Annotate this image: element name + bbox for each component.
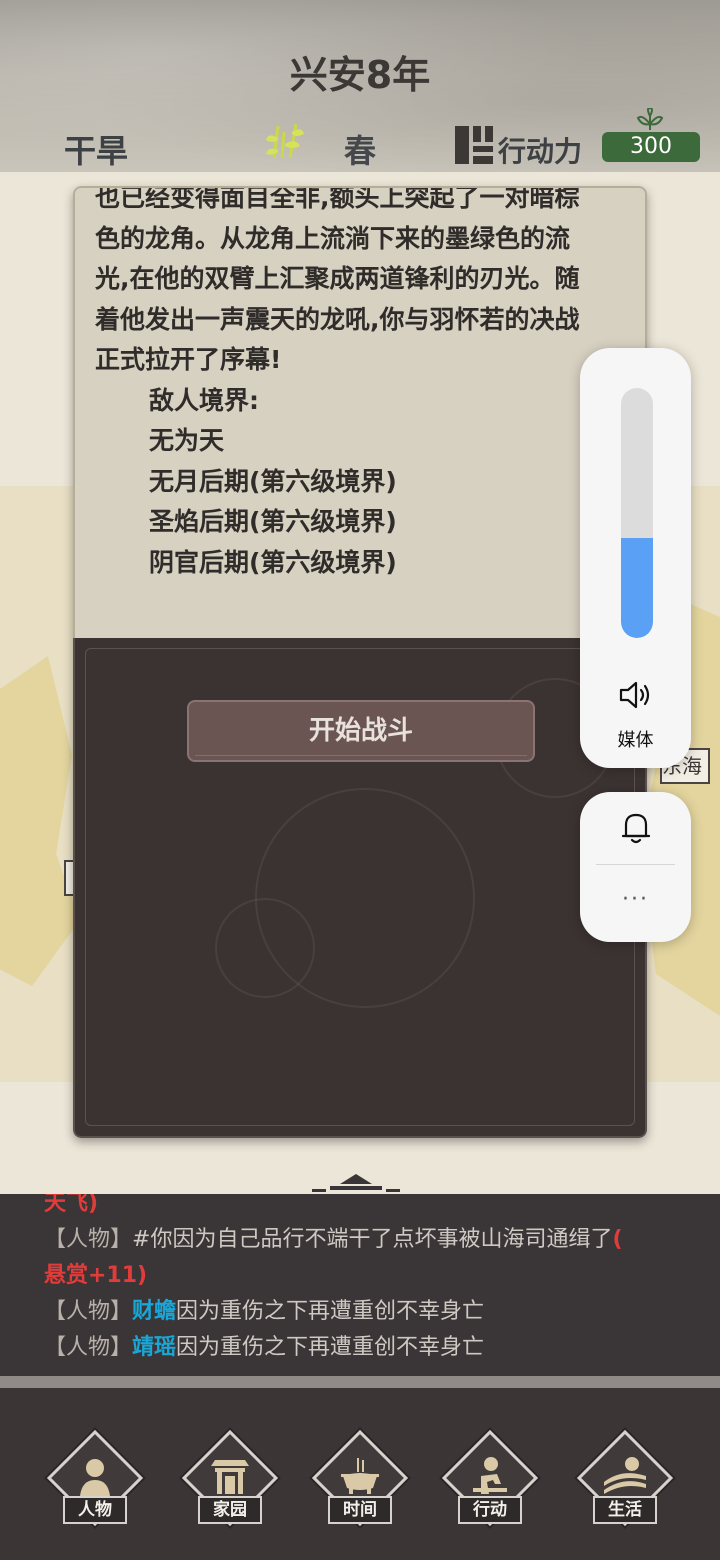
spring-sprout-icon [266, 123, 304, 159]
bottom-nav: 人物 家园 时间 行动 生活 [0, 1388, 720, 1560]
log-line: 【人物】靖瑶因为重伤之下再遭重创不幸身亡 [44, 1330, 704, 1366]
log-text: 因为重伤之下再遭重创不幸身亡 [176, 1299, 485, 1324]
home-gate-icon [211, 1460, 249, 1494]
enemy-realm-item: 圣焰后期(第六级境界) [149, 507, 397, 536]
nav-label: 人物 [63, 1496, 127, 1524]
story-text: 也已经变得面目全非,额头上突起了一对暗棕 色的龙角。从龙角上流淌下来的墨绿色的流… [95, 186, 623, 381]
story-line: 色的龙角。从龙角上流淌下来的墨绿色的流 [95, 223, 571, 253]
battle-dialog: 也已经变得面目全非,额头上突起了一对暗棕 色的龙角。从龙角上流淌下来的墨绿色的流… [73, 186, 647, 1138]
incense-burner-icon [341, 1458, 379, 1494]
season-label: 春 [344, 132, 377, 170]
volume-slider-fill [621, 538, 653, 638]
person-icon [80, 1459, 110, 1496]
log-tag: 【人物】 [44, 1227, 133, 1252]
log-text: 因为重伤之下再遭重创不幸身亡 [176, 1335, 485, 1360]
nav-item-time[interactable]: 时间 [310, 1429, 410, 1532]
story-panel[interactable]: 也已经变得面目全非,额头上突起了一对暗棕 色的龙角。从龙角上流淌下来的墨绿色的流… [73, 186, 647, 638]
nav-item-person[interactable]: 人物 [45, 1429, 145, 1532]
log-line: 【人物】财蟾因为重伤之下再遭重创不幸身亡 [44, 1294, 704, 1330]
decorative-cloud-ornament [215, 898, 315, 998]
volume-label: 媒体 [617, 730, 654, 751]
bell-icon[interactable] [619, 810, 653, 846]
dialog-action-area: 开始战斗 [73, 638, 647, 1138]
nav-item-life[interactable]: 生活 [575, 1429, 675, 1532]
leaf-icon [636, 108, 664, 130]
enemy-realm-item: 阴官后期(第六级境界) [149, 547, 397, 577]
volume-slider[interactable] [621, 388, 653, 638]
event-log[interactable]: 天飞) 【人物】#你因为自己品行不端干了点坏事被山海司通缉了( 悬赏+11) 【… [0, 1194, 720, 1376]
nav-label: 家园 [198, 1496, 262, 1524]
story-line: 也已经变得面目全非,额头上突起了一对暗棕 [95, 186, 580, 212]
top-status-bar: 兴安8年 干旱 春 行动力 300 [0, 0, 720, 172]
log-tag: 【人物】 [44, 1335, 133, 1360]
story-line: 正式拉开了序幕! [95, 345, 282, 374]
log-highlight: ( [612, 1227, 623, 1252]
log-line: 悬赏+11) [44, 1263, 148, 1288]
action-runner-icon [473, 1457, 507, 1494]
enemy-realm-header: 敌人境界: [149, 385, 259, 415]
log-line: 【人物】#你因为自己品行不端干了点坏事被山海司通缉了( [44, 1222, 704, 1258]
log-text: #你因为自己品行不端干了点坏事被山海司通缉了 [132, 1227, 613, 1252]
character-name-link[interactable]: 财蟾 [132, 1299, 176, 1324]
story-line: 着他发出一声震天的龙吼,你与羽怀若的决战 [95, 304, 580, 334]
field-sun-icon [604, 1457, 646, 1494]
year-title: 兴安8年 [289, 53, 431, 97]
nav-label: 行动 [458, 1496, 522, 1524]
log-tag: 【人物】 [44, 1299, 133, 1324]
story-line: 光,在他的双臂上汇聚成两道锋利的刃光。随 [95, 264, 580, 293]
weather-status: 干旱 [64, 132, 129, 170]
action-points-value: 300 [602, 132, 700, 162]
enemy-realm-item: 无为天 [149, 426, 225, 455]
divider [0, 1376, 720, 1388]
divider [596, 864, 675, 865]
nav-label: 时间 [328, 1496, 392, 1524]
nav-item-action[interactable]: 行动 [440, 1429, 540, 1532]
map-region-left [0, 656, 80, 986]
volume-panel: 媒体 [580, 348, 691, 768]
log-expand-handle-icon[interactable] [310, 1170, 402, 1194]
action-points-label: 行动力 [498, 135, 583, 168]
start-battle-button[interactable]: 开始战斗 [187, 700, 535, 762]
more-options-icon[interactable]: ··· [580, 889, 691, 911]
action-points-icon [455, 126, 493, 164]
log-line: 天飞) [44, 1194, 99, 1216]
character-name-link[interactable]: 靖瑶 [132, 1335, 176, 1360]
speaker-icon[interactable] [618, 680, 654, 710]
nav-item-home[interactable]: 家园 [180, 1429, 280, 1532]
ringer-panel: ··· [580, 792, 691, 942]
enemy-realm-item: 无月后期(第六级境界) [149, 466, 397, 496]
nav-label: 生活 [593, 1496, 657, 1524]
